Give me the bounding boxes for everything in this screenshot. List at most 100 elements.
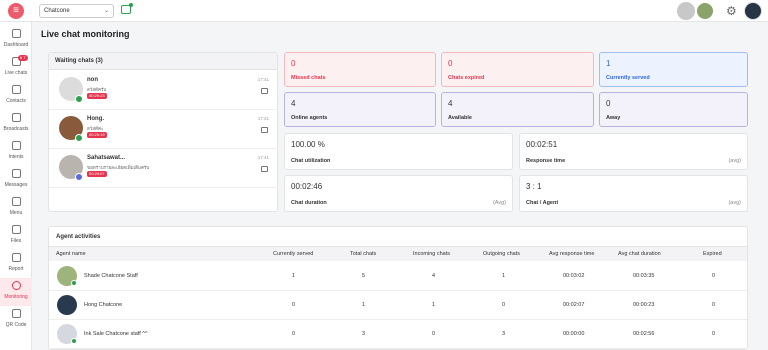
response-time-card: 00:02:51 Response time (avg) (519, 133, 748, 170)
cell-avg-response: 00:00:00 (563, 331, 585, 337)
sidebar-item-label: Messages (4, 182, 28, 188)
sidebar-item-messages[interactable]: Messages (0, 166, 32, 194)
sidebar-item-label: QR Code (5, 322, 27, 328)
line-channel-icon (75, 134, 83, 142)
sidebar-item-label: Monitoring (4, 294, 28, 300)
app-logo-icon[interactable]: ≡ (8, 3, 24, 19)
cell-outgoing: 3 (502, 331, 506, 337)
avatar[interactable] (697, 3, 713, 19)
chat-name: non (87, 77, 98, 83)
qr-code-icon (11, 309, 21, 318)
message-icon (11, 169, 21, 178)
stat-label: Missed chats (291, 75, 326, 81)
chat-time: 17:41 (257, 155, 269, 160)
sidebar-item-files[interactable]: Files (0, 222, 32, 250)
intents-icon (11, 141, 21, 150)
column-header: Incoming chats (413, 251, 450, 257)
stat-suffix: (Avg) (492, 200, 506, 206)
chat-agent-ratio-card: 3 : 1 Chat / Agent (avg) (519, 175, 748, 212)
page-title: Live chat monitoring (41, 29, 130, 39)
stat-value: 0 (448, 59, 453, 68)
sidebar-item-contacts[interactable]: Contacts (0, 82, 32, 110)
available-card: 4 Available (441, 92, 594, 127)
sidebar-item-report[interactable]: Report (0, 250, 32, 278)
cell-outgoing: 0 (502, 302, 506, 308)
cell-served: 1 (292, 273, 296, 279)
live-chats-badge: 6 7 (18, 55, 28, 61)
agent-activities-title: Agent activities (49, 227, 747, 247)
stat-label: Chat utilization (291, 158, 331, 164)
profile-avatar[interactable] (744, 2, 762, 20)
sidebar-item-label: Menu (9, 210, 23, 216)
table-row: Hong Chatcone 0 1 1 0 00:02:07 00:00:23 … (49, 291, 747, 320)
cell-expired: 0 (712, 302, 716, 308)
sidebar: Dashboard 6 7 Live chats Contacts Broadca… (0, 22, 32, 350)
chat-bubble-icon[interactable] (261, 88, 268, 94)
stat-label: Chat / Agent (526, 200, 559, 206)
chat-time: 17:41 (257, 116, 269, 121)
stat-label: Chat duration (291, 200, 327, 206)
sidebar-item-menu[interactable]: Menu (0, 194, 32, 222)
cell-avg-response: 00:03:02 (563, 273, 585, 279)
sidebar-item-label: Live chats (4, 70, 28, 76)
stat-value: 00:02:51 (526, 140, 558, 149)
wait-timer-badge: 00:29:23 (87, 93, 107, 99)
waiting-chat-item[interactable]: Sahatsawat... ขอทราบรายละเอียดเพิ่มเติมค… (49, 149, 279, 188)
agent-name: Hong Chatcone (84, 302, 123, 308)
wait-timer-badge: 00:29:07 (87, 171, 107, 177)
channel-select-value: Chatcone (44, 8, 70, 14)
table-row: Shade Chatcone Staff 1 5 4 1 00:03:02 00… (49, 262, 747, 291)
sidebar-item-live-chats[interactable]: 6 7 Live chats (0, 54, 32, 82)
column-header: Avg response time (549, 251, 595, 257)
sidebar-item-label: Contacts (6, 98, 26, 104)
online-status-dot (71, 280, 77, 286)
cell-expired: 0 (712, 273, 716, 279)
stat-label: Currently served (606, 75, 650, 81)
stat-label: Chats expired (448, 75, 485, 81)
megaphone-icon (11, 113, 21, 122)
stat-label: Away (606, 115, 621, 121)
stat-value: 00:02:46 (291, 182, 323, 191)
chat-utilization-card: 100.00 % Chat utilization (284, 133, 513, 170)
chat-message: สวัสดีค่ะ (87, 126, 104, 131)
column-header: Avg chat duration (618, 251, 661, 257)
sidebar-item-intents[interactable]: Intents (0, 138, 32, 166)
cell-total: 3 (362, 331, 366, 337)
stat-value: 4 (448, 99, 453, 108)
cell-served: 0 (292, 302, 296, 308)
sidebar-item-monitoring[interactable]: Monitoring (0, 278, 32, 306)
stat-label: Response time (526, 158, 566, 164)
currently-served-card: 1 Currently served (599, 52, 748, 87)
channel-select[interactable]: Chatcone ⌄ (39, 4, 114, 18)
monitoring-icon (11, 281, 21, 290)
contacts-icon (11, 85, 21, 94)
stat-suffix: (avg) (728, 158, 741, 164)
chat-name: Sahatsawat... (87, 155, 126, 161)
chat-message: ขอทราบรายละเอียดเพิ่มเติมครับ (87, 165, 150, 170)
gear-icon[interactable]: ⚙ (726, 4, 737, 18)
chat-bubble-icon[interactable] (261, 127, 268, 133)
user-avatar[interactable] (677, 2, 695, 20)
chat-bubble-icon[interactable] (261, 166, 268, 172)
column-header: Agent name (56, 251, 86, 257)
waiting-chat-item[interactable]: Hong. สวัสดีค่ะ 00:25:19 17:41 (49, 110, 279, 149)
cell-incoming: 4 (432, 273, 436, 279)
chat-message: สวัสดีครับ (87, 87, 107, 92)
stat-value: 0 (606, 99, 611, 108)
agent-name: Shade Chatcone Staff (84, 273, 138, 279)
stat-value: 3 : 1 (526, 182, 542, 191)
cell-avg-duration: 00:00:23 (633, 302, 655, 308)
sidebar-item-qr-code[interactable]: QR Code (0, 306, 32, 334)
chat-name: Hong. (87, 116, 104, 122)
folder-icon (11, 225, 21, 234)
column-header: Total chats (350, 251, 377, 257)
avatar (57, 295, 77, 315)
chat-status-icon[interactable] (121, 3, 133, 14)
waiting-chat-item[interactable]: non สวัสดีครับ 00:29:23 17:41 (49, 71, 279, 110)
stat-suffix: (avg) (728, 200, 741, 206)
sidebar-item-broadcasts[interactable]: Broadcasts (0, 110, 32, 138)
stat-value: 0 (291, 59, 296, 68)
chat-time: 17:41 (257, 77, 269, 82)
table-row: Ink Sale Chatcone staff ^^ 0 3 0 3 00:00… (49, 320, 747, 349)
sidebar-item-dashboard[interactable]: Dashboard (0, 26, 32, 54)
